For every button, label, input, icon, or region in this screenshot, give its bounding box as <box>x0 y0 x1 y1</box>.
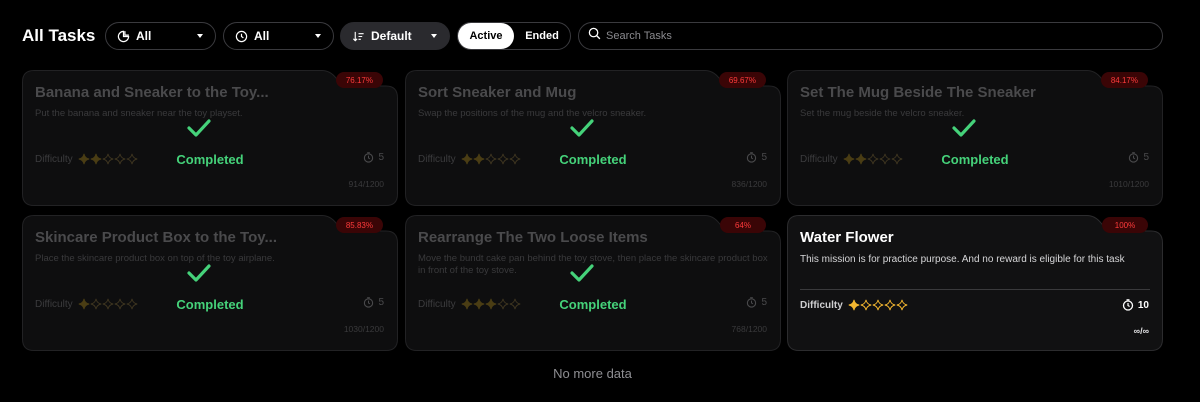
star-outline-icon <box>860 299 872 311</box>
checkmark-icon <box>187 119 211 137</box>
completion-percent-badge: 69.67% <box>718 72 766 88</box>
checkmark-icon <box>570 119 594 137</box>
progress-count: 1030/1200 <box>343 324 384 334</box>
chevron-down-icon <box>315 34 321 38</box>
difficulty-row: Difficulty <box>800 299 908 311</box>
star-outline-icon <box>896 299 908 311</box>
card-divider <box>800 289 1150 290</box>
star-outline-icon <box>884 299 896 311</box>
completed-status: Completed <box>941 152 1009 167</box>
timer-icon <box>1122 299 1134 311</box>
completion-percent-badge: 85.83% <box>335 217 383 233</box>
page-title: All Tasks <box>22 26 96 45</box>
duration-value: 10 <box>1137 299 1149 311</box>
task-card[interactable]: 85.83% Skincare Product Box to the Toy..… <box>22 215 398 351</box>
toggle-active[interactable]: Active <box>458 23 514 49</box>
sort-value: Default <box>371 29 412 43</box>
checkmark-icon <box>570 264 594 282</box>
category-filter-select[interactable]: All <box>105 22 216 50</box>
task-title: Sort Sneaker and Mug <box>418 84 577 101</box>
task-card[interactable]: 84.17% Set The Mug Beside The Sneaker Se… <box>787 70 1163 206</box>
completion-percent-badge: 64% <box>720 217 766 233</box>
task-card[interactable]: 64% Rearrange The Two Loose Items Move t… <box>405 215 781 351</box>
task-title: Set The Mug Beside The Sneaker <box>800 84 1036 101</box>
progress-count: ∞/∞ <box>1133 326 1149 336</box>
progress-count: 1010/1200 <box>1108 179 1149 189</box>
chart-pie-icon <box>116 29 130 43</box>
toggle-ended[interactable]: Ended <box>514 23 570 49</box>
completed-status: Completed <box>176 297 244 312</box>
search-input[interactable] <box>606 30 1146 42</box>
completed-status: Completed <box>559 152 627 167</box>
task-card[interactable]: 76.17% Banana and Sneaker to the Toy... … <box>22 70 398 206</box>
sort-select[interactable]: Default <box>340 22 450 50</box>
chevron-down-icon <box>197 34 203 38</box>
checkmark-icon <box>187 264 211 282</box>
star-outline-icon <box>872 299 884 311</box>
category-filter-value: All <box>136 29 152 43</box>
search-icon <box>588 27 601 45</box>
task-title: Skincare Product Box to the Toy... <box>35 229 277 246</box>
no-more-data-text: No more data <box>553 366 632 381</box>
task-title: Rearrange The Two Loose Items <box>418 229 648 246</box>
task-title: Banana and Sneaker to the Toy... <box>35 84 269 101</box>
completed-status: Completed <box>559 297 627 312</box>
completion-percent-badge: 76.17% <box>335 72 383 88</box>
progress-count: 768/1200 <box>731 324 767 334</box>
progress-count: 914/1200 <box>348 179 384 189</box>
clock-icon <box>234 29 248 43</box>
star-filled-icon <box>848 299 860 311</box>
completion-percent-badge: 100% <box>1102 217 1148 233</box>
completed-status: Completed <box>176 152 244 167</box>
task-card-active[interactable]: 100% Water Flower This mission is for pr… <box>787 215 1163 351</box>
task-toolbar: All Tasks All All Default Active Ended <box>0 0 1200 72</box>
status-toggle: Active Ended <box>457 22 571 50</box>
completion-percent-badge: 84.17% <box>1100 72 1148 88</box>
sort-icon <box>351 29 365 43</box>
checkmark-icon <box>952 119 976 137</box>
task-description: This mission is for practice purpose. An… <box>800 254 1125 265</box>
difficulty-stars <box>848 299 908 311</box>
duration: 10 <box>1122 299 1149 311</box>
task-title: Water Flower <box>800 229 894 246</box>
progress-count: 836/1200 <box>731 179 767 189</box>
time-filter-select[interactable]: All <box>223 22 334 50</box>
time-filter-value: All <box>254 29 270 43</box>
chevron-down-icon <box>431 34 437 38</box>
task-card[interactable]: 69.67% Sort Sneaker and Mug Swap the pos… <box>405 70 781 206</box>
search-bar <box>578 22 1163 50</box>
difficulty-label: Difficulty <box>800 299 843 311</box>
